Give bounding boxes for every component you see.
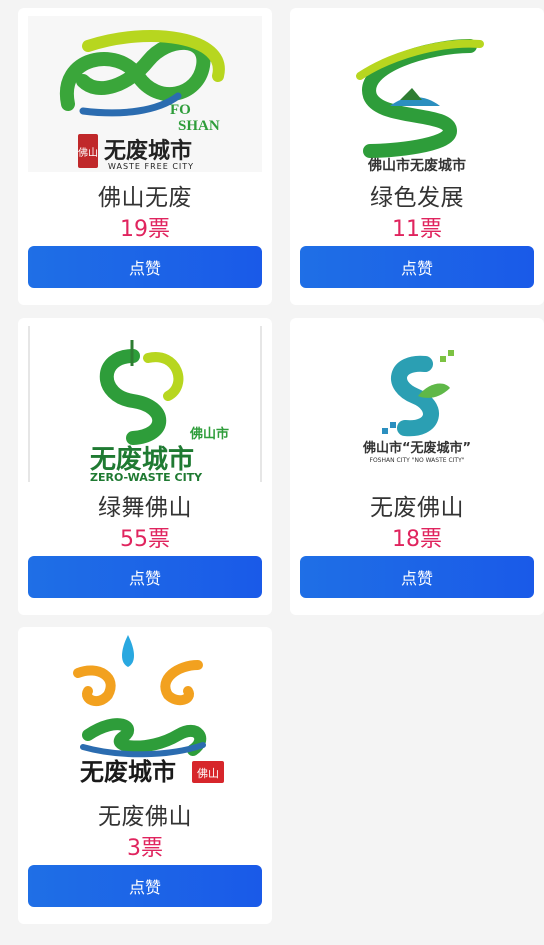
logo-card-3: 佛山市 无废城市 ZERO-WASTE CITY 绿舞佛山 55票 点赞 (18, 318, 272, 615)
card-1-votes: 19票 (120, 217, 170, 242)
card-3-name: 绿舞佛山 (98, 495, 192, 521)
card-4-votes: 18票 (392, 527, 442, 552)
logo-3-sub: ZERO-WASTE CITY (90, 471, 203, 482)
card-3-votes: 55票 (120, 527, 170, 552)
like-button-5[interactable]: 点赞 (28, 865, 262, 907)
logo-image-3: 佛山市 无废城市 ZERO-WASTE CITY (28, 326, 262, 482)
like-button-1[interactable]: 点赞 (28, 246, 262, 288)
like-button-2[interactable]: 点赞 (300, 246, 534, 288)
logo-vote-grid: FO SHAN 佛山 无废城市 WASTE FREE CITY 佛山无废 19票… (0, 0, 544, 945)
card-4-name: 无废佛山 (370, 495, 464, 521)
logo-1-title: 无废城市 (104, 138, 192, 164)
logo-4-sub: FOSHAN CITY "NO WASTE CITY" (370, 457, 465, 464)
card-2-votes: 11票 (392, 217, 442, 242)
logo-4-title: 佛山市“无废城市” (362, 440, 471, 456)
logo-image-4: 佛山市“无废城市” FOSHAN CITY "NO WASTE CITY" (362, 350, 471, 464)
logo-1-seal: 佛山 (78, 146, 98, 159)
logo-1-line1: FO (170, 102, 191, 118)
logo-image-5: 无废城市 佛山 (73, 635, 224, 786)
logo-2-title: 佛山市无废城市 (367, 157, 466, 172)
logo-3-small: 佛山市 (189, 426, 229, 442)
logo-1-sub: WASTE FREE CITY (108, 162, 194, 171)
logo-card-2: 佛山市无废城市 绿色发展 11票 点赞 (290, 8, 544, 305)
like-button-4[interactable]: 点赞 (300, 556, 534, 598)
logo-image-1: FO SHAN 佛山 无废城市 WASTE FREE CITY (28, 16, 262, 172)
card-5-name: 无废佛山 (98, 804, 192, 830)
logo-5-title: 无废城市 (80, 758, 176, 786)
card-2-name: 绿色发展 (370, 185, 464, 211)
logo-image-2: 佛山市无废城市 (356, 39, 484, 172)
like-button-3[interactable]: 点赞 (28, 556, 262, 598)
logo-5-seal: 佛山 (197, 767, 219, 780)
card-5-votes: 3票 (127, 836, 163, 861)
logo-card-4: 佛山市“无废城市” FOSHAN CITY "NO WASTE CITY" 无废… (290, 318, 544, 615)
card-1-name: 佛山无废 (98, 185, 192, 211)
logo-1-line2: SHAN (178, 118, 220, 134)
logo-card-5: 无废城市 佛山 无废佛山 3票 点赞 (18, 627, 272, 924)
logo-card-1: FO SHAN 佛山 无废城市 WASTE FREE CITY 佛山无废 19票… (18, 8, 272, 305)
